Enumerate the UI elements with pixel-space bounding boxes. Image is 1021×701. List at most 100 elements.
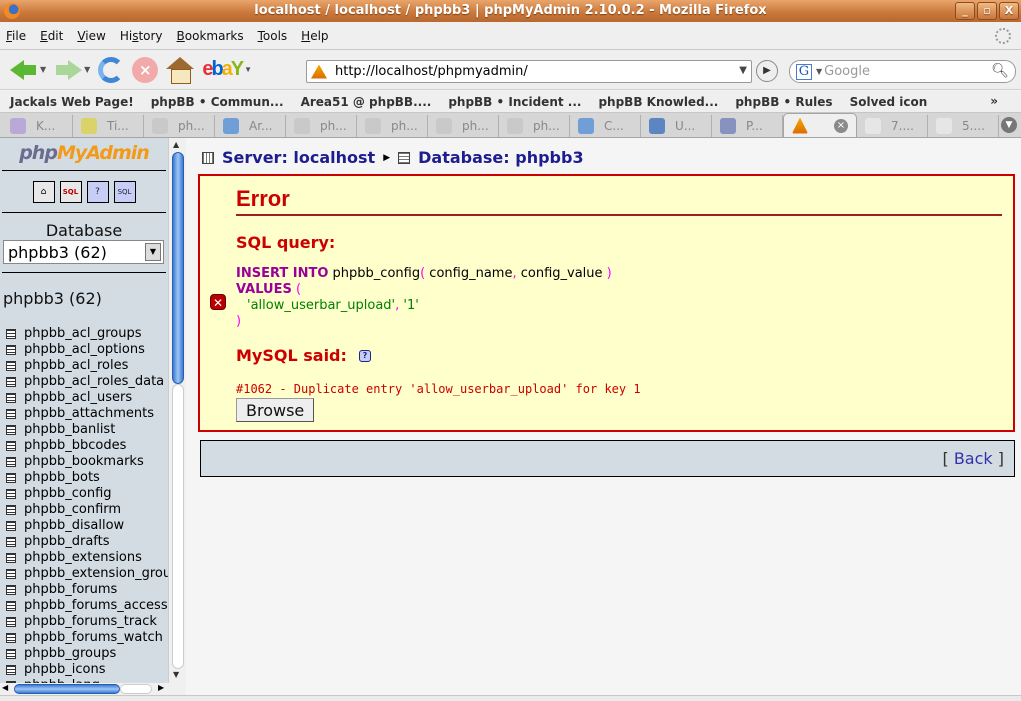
table-icon[interactable]	[6, 329, 16, 339]
search-icon[interactable]: 🔍︎	[991, 63, 1009, 79]
table-icon[interactable]	[6, 489, 16, 499]
help-icon[interactable]: ?	[358, 349, 371, 362]
forward-history-dropdown[interactable]: ▼	[84, 65, 90, 74]
reload-button[interactable]	[98, 56, 125, 84]
table-list-item[interactable]: phpbb_forums_access	[0, 598, 168, 614]
browser-tab[interactable]: 5....	[928, 115, 999, 137]
bookmarks-overflow-button[interactable]: »	[990, 94, 998, 108]
bookmark-item[interactable]: phpBB • Incident ...	[448, 95, 581, 109]
browser-tab[interactable]: ph...	[357, 115, 428, 137]
close-button[interactable]: X	[999, 2, 1019, 20]
browse-button[interactable]: Browse	[236, 398, 315, 422]
table-icon[interactable]	[6, 425, 16, 435]
scroll-up-arrow-icon[interactable]: ▲	[173, 140, 179, 149]
browser-tab[interactable]: Ar...	[215, 115, 286, 137]
table-name-link[interactable]: phpbb_banlist	[24, 422, 115, 438]
bookmark-item[interactable]: Jackals Web Page!	[10, 95, 134, 109]
table-list-item[interactable]: phpbb_bookmarks	[0, 454, 168, 470]
table-icon[interactable]	[6, 473, 16, 483]
table-icon[interactable]	[6, 649, 16, 659]
table-name-link[interactable]: phpbb_forums_access	[24, 598, 168, 614]
table-list-item[interactable]: phpbb_forums_watch	[0, 630, 168, 646]
table-name-link[interactable]: phpbb_attachments	[24, 406, 154, 422]
browser-tab[interactable]: ph...	[286, 115, 357, 137]
table-name-link[interactable]: phpbb_acl_options	[24, 342, 145, 358]
table-icon[interactable]	[6, 345, 16, 355]
table-list-item[interactable]: phpbb_bbcodes	[0, 438, 168, 454]
menu-help[interactable]: Help	[301, 29, 328, 43]
menu-view[interactable]: View	[77, 29, 105, 43]
table-list-item[interactable]: phpbb_bots	[0, 470, 168, 486]
browser-tab-active[interactable]: ×	[783, 113, 857, 137]
table-name-link[interactable]: phpbb_forums	[24, 582, 117, 598]
table-list-item[interactable]: phpbb_acl_roles	[0, 358, 168, 374]
scroll-left-arrow-icon[interactable]: ◀	[2, 683, 8, 692]
search-placeholder[interactable]: Google	[824, 64, 870, 79]
browser-tab[interactable]: ph...	[428, 115, 499, 137]
stop-button[interactable]: ×	[132, 56, 159, 84]
table-list-item[interactable]: phpbb_confirm	[0, 502, 168, 518]
scroll-right-arrow-icon[interactable]: ▶	[158, 683, 164, 692]
bookmark-item[interactable]: Solved icon	[850, 95, 928, 109]
browser-tab[interactable]: Ti...	[73, 115, 144, 137]
google-engine-icon[interactable]: G	[796, 63, 812, 80]
table-icon[interactable]	[6, 665, 16, 675]
table-icon[interactable]	[6, 537, 16, 547]
database-select[interactable]: phpbb3 (62) ▼	[3, 240, 164, 264]
table-icon[interactable]	[6, 441, 16, 451]
table-list-item[interactable]: phpbb_extension_grou	[0, 566, 168, 582]
all-tabs-dropdown-icon[interactable]: ▼	[1001, 117, 1017, 133]
table-name-link[interactable]: phpbb_bookmarks	[24, 454, 144, 470]
table-icon[interactable]	[6, 585, 16, 595]
table-name-link[interactable]: phpbb_forums_watch	[24, 630, 163, 646]
back-link[interactable]: Back	[954, 449, 993, 468]
close-tab-icon[interactable]: ×	[834, 118, 848, 133]
table-list-item[interactable]: phpbb_disallow	[0, 518, 168, 534]
scrollbar-track[interactable]	[172, 384, 184, 669]
sql-docs-icon[interactable]: SQL	[113, 181, 136, 203]
table-list-item[interactable]: phpbb_config	[0, 486, 168, 502]
database-title-link[interactable]: phpbb3 (62)	[3, 289, 168, 308]
table-name-link[interactable]: phpbb_bbcodes	[24, 438, 126, 454]
url-history-dropdown-icon[interactable]: ▼	[739, 65, 747, 76]
bookmark-item[interactable]: Area51 @ phpBB....	[301, 95, 432, 109]
url-bar[interactable]: http://localhost/phpmyadmin/ ▼	[306, 60, 752, 83]
bookmark-item[interactable]: phpBB • Rules	[735, 95, 832, 109]
table-list-item[interactable]: phpbb_drafts	[0, 534, 168, 550]
phpmyadmin-logo[interactable]: phpMyAdmin	[0, 138, 168, 170]
table-icon[interactable]	[6, 457, 16, 467]
minimize-button[interactable]: _	[955, 2, 975, 20]
table-icon[interactable]	[6, 633, 16, 643]
browser-tab[interactable]: P...	[712, 115, 783, 137]
table-icon[interactable]	[6, 553, 16, 563]
table-icon[interactable]	[6, 601, 16, 611]
home-icon[interactable]: ⌂	[32, 181, 55, 203]
query-window-icon[interactable]: SQL	[59, 181, 82, 203]
browser-tab[interactable]: C...	[570, 115, 641, 137]
browser-tab[interactable]: ph...	[144, 115, 215, 137]
ebay-button[interactable]: e b a Y ▼	[202, 56, 252, 84]
menu-history[interactable]: History	[120, 29, 163, 43]
table-icon[interactable]	[6, 617, 16, 627]
table-name-link[interactable]: phpbb_bots	[24, 470, 100, 486]
table-name-link[interactable]: phpbb_disallow	[24, 518, 124, 534]
table-list-item[interactable]: phpbb_groups	[0, 646, 168, 662]
table-name-link[interactable]: phpbb_acl_roles_data	[24, 374, 164, 390]
bookmark-item[interactable]: phpBB • Commun...	[151, 95, 284, 109]
menu-tools[interactable]: Tools	[258, 29, 288, 43]
table-list-item[interactable]: phpbb_attachments	[0, 406, 168, 422]
ebay-dropdown[interactable]: ▼	[244, 65, 252, 74]
table-name-link[interactable]: phpbb_acl_groups	[24, 326, 142, 342]
table-list-item[interactable]: phpbb_banlist	[0, 422, 168, 438]
scrollbar-thumb[interactable]	[14, 684, 120, 694]
table-list-item[interactable]: phpbb_extensions	[0, 550, 168, 566]
browser-tab[interactable]: K...	[2, 115, 73, 137]
engine-dropdown-icon[interactable]: ▼	[816, 67, 822, 76]
table-name-link[interactable]: phpbb_config	[24, 486, 112, 502]
table-icon[interactable]	[6, 505, 16, 515]
table-name-link[interactable]: phpbb_extension_grou	[24, 566, 168, 582]
table-name-link[interactable]: phpbb_extensions	[24, 550, 142, 566]
browser-tab[interactable]: 7....	[857, 115, 928, 137]
table-icon[interactable]	[6, 377, 16, 387]
scroll-down-arrow-icon[interactable]: ▼	[173, 670, 179, 679]
